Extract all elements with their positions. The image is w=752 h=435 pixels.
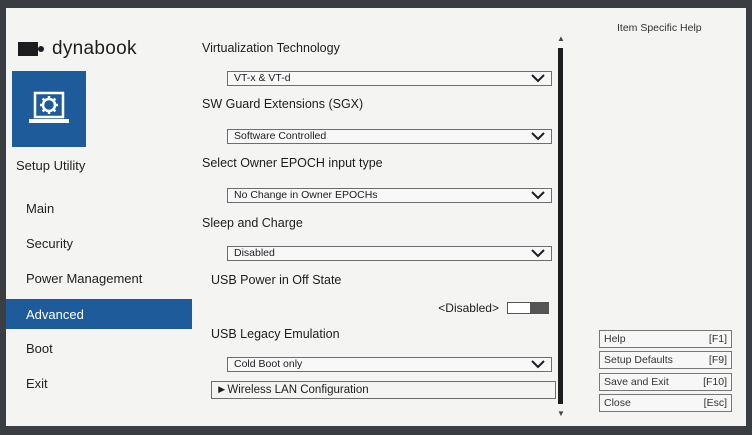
key-label: Save and Exit (604, 376, 669, 388)
key-shortcut: [F10] (703, 376, 727, 388)
virtualization-value: VT-x & VT-d (234, 72, 291, 84)
chevron-down-icon (531, 132, 545, 141)
brand-name: dynabook (52, 38, 137, 59)
setup-utility-label: Setup Utility (16, 158, 86, 173)
scroll-up-icon[interactable]: ▲ (557, 34, 565, 43)
key-shortcut: [F1] (708, 333, 727, 345)
virtualization-dropdown[interactable]: VT-x & VT-d (227, 71, 552, 86)
save-exit-key-button[interactable]: Save and Exit [F10] (599, 373, 732, 391)
sgx-dropdown[interactable]: Software Controlled (227, 129, 552, 144)
chevron-down-icon (531, 74, 545, 83)
setup-defaults-key-button[interactable]: Setup Defaults [F9] (599, 351, 732, 369)
scroll-down-icon[interactable]: ▼ (557, 409, 565, 418)
sleep-charge-value: Disabled (234, 247, 275, 259)
chevron-down-icon (531, 249, 545, 258)
key-shortcut: [Esc] (703, 397, 727, 409)
sidebar: dynabook Setup Utility Main Security Pow… (6, 8, 192, 426)
virtualization-label: Virtualization Technology (202, 41, 340, 55)
usb-power-off-toggle-row: <Disabled> (438, 301, 549, 315)
nav-item-security[interactable]: Security (6, 228, 192, 258)
nav-item-boot[interactable]: Boot (6, 333, 192, 363)
usb-legacy-dropdown[interactable]: Cold Boot only (227, 357, 552, 372)
sgx-value: Software Controlled (234, 130, 327, 142)
settings-panel: Virtualization Technology VT-x & VT-d SW… (194, 8, 559, 426)
usb-power-off-value: <Disabled> (438, 301, 499, 315)
usb-power-off-label: USB Power in Off State (211, 273, 342, 287)
dynabook-logo-icon (18, 42, 44, 56)
sleep-charge-dropdown[interactable]: Disabled (227, 246, 552, 261)
chevron-down-icon (531, 191, 545, 200)
scroll-thumb[interactable] (558, 48, 563, 404)
usb-legacy-label: USB Legacy Emulation (211, 327, 340, 341)
nav-item-advanced[interactable]: Advanced (6, 299, 192, 329)
nav-item-power-management[interactable]: Power Management (6, 263, 192, 293)
gear-laptop-icon (29, 91, 69, 123)
help-panel: Item Specific Help Help [F1] Setup Defau… (593, 8, 746, 426)
sleep-charge-label: Sleep and Charge (202, 216, 303, 230)
chevron-down-icon (531, 360, 545, 369)
help-key-button[interactable]: Help [F1] (599, 330, 732, 348)
bios-screen: dynabook Setup Utility Main Security Pow… (6, 8, 746, 426)
item-specific-help-title: Item Specific Help (617, 22, 702, 34)
owner-epoch-dropdown[interactable]: No Change in Owner EPOCHs (227, 188, 552, 203)
key-label: Setup Defaults (604, 354, 673, 366)
sgx-label: SW Guard Extensions (SGX) (202, 97, 364, 111)
usb-power-off-toggle[interactable] (507, 302, 549, 314)
wireless-lan-submenu[interactable]: ►Wireless LAN Configuration (211, 381, 556, 399)
close-key-button[interactable]: Close [Esc] (599, 394, 732, 412)
owner-epoch-label: Select Owner EPOCH input type (202, 156, 383, 170)
nav-item-main[interactable]: Main (6, 193, 192, 223)
nav-item-exit[interactable]: Exit (6, 368, 192, 398)
owner-epoch-value: No Change in Owner EPOCHs (234, 189, 378, 201)
usb-legacy-value: Cold Boot only (234, 358, 303, 370)
setup-utility-tile (12, 71, 86, 147)
key-label: Close (604, 397, 631, 409)
brand-logo: dynabook (18, 38, 137, 60)
key-label: Help (604, 333, 626, 345)
scrollbar[interactable]: ▲ ▼ (556, 34, 566, 418)
key-shortcut: [F9] (708, 354, 727, 366)
